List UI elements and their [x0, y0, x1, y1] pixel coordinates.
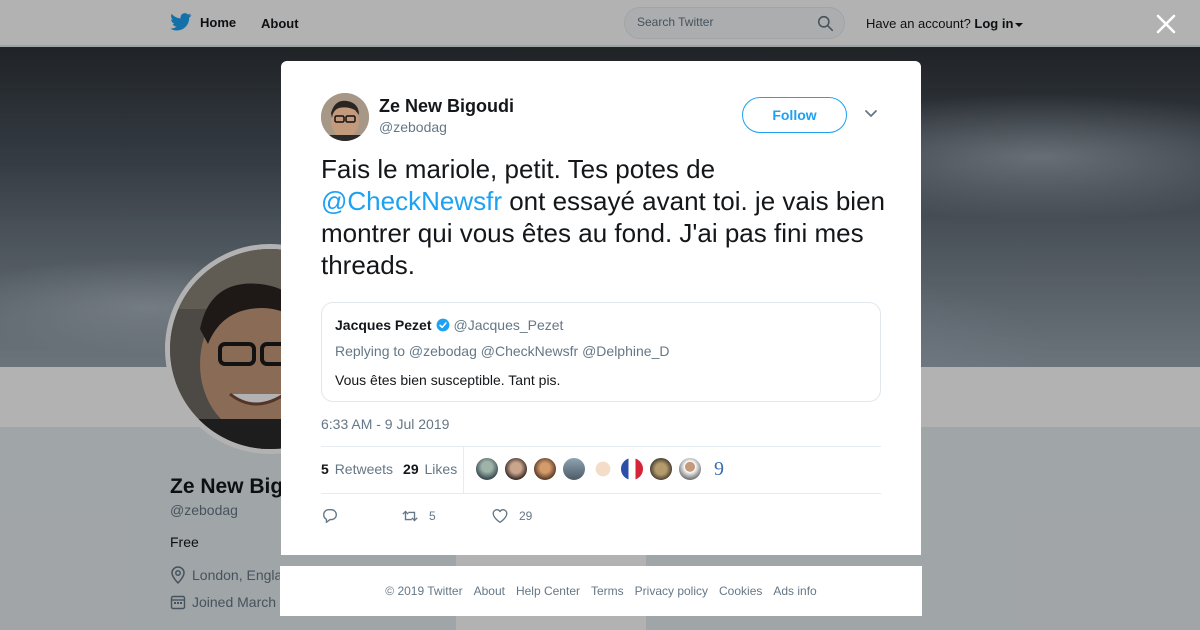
- footer-link-ads-info[interactable]: Ads info: [773, 584, 816, 598]
- modal-footer: © 2019 Twitter About Help Center Terms P…: [280, 566, 922, 616]
- tweet-text-part1: Fais le mariole, petit. Tes potes de: [321, 154, 716, 184]
- tweet-text: Fais le mariole, petit. Tes potes de @Ch…: [321, 153, 891, 281]
- close-icon[interactable]: [1155, 13, 1177, 35]
- footer-link-cookies[interactable]: Cookies: [719, 584, 762, 598]
- verified-badge-icon: [436, 318, 449, 332]
- tweet-actions: 5 29: [321, 507, 532, 525]
- tweet-timestamp[interactable]: 6:33 AM - 9 Jul 2019: [321, 416, 449, 432]
- liker-avatar[interactable]: [591, 457, 615, 481]
- quoted-reply-to: Replying to @zebodag @CheckNewsfr @Delph…: [335, 343, 670, 359]
- tweet-author-avatar[interactable]: [321, 93, 369, 141]
- footer-link-privacy[interactable]: Privacy policy: [635, 584, 708, 598]
- retweet-count: 5: [321, 461, 329, 477]
- liker-avatar[interactable]: [562, 457, 586, 481]
- like-button[interactable]: 29: [491, 507, 532, 525]
- follow-button[interactable]: Follow: [742, 97, 847, 133]
- liker-avatar[interactable]: [649, 457, 673, 481]
- tweet-mention-link[interactable]: @CheckNewsfr: [321, 186, 502, 216]
- liker-avatars: 9: [475, 457, 731, 481]
- liker-avatar[interactable]: [678, 457, 702, 481]
- footer-link-terms[interactable]: Terms: [591, 584, 624, 598]
- retweet-icon: [402, 510, 418, 522]
- like-stat[interactable]: 29 Likes: [403, 461, 457, 477]
- retweet-stat[interactable]: 5 Retweets: [321, 461, 393, 477]
- like-count: 29: [403, 461, 419, 477]
- quoted-author-name: Jacques Pezet: [335, 317, 432, 333]
- tweet-stats: 5 Retweets 29 Likes: [321, 461, 457, 477]
- quoted-author-handle: @Jacques_Pezet: [453, 317, 564, 333]
- reply-button[interactable]: [321, 507, 401, 525]
- retweet-button[interactable]: 5: [401, 507, 491, 525]
- quoted-tweet[interactable]: Jacques Pezet @Jacques_Pezet Replying to…: [321, 302, 881, 402]
- like-stat-label: Likes: [424, 461, 458, 477]
- liker-avatar[interactable]: [504, 457, 528, 481]
- tweet-modal: Ze New Bigoudi @zebodag Follow Fais le m…: [281, 61, 921, 555]
- liker-avatar[interactable]: [475, 457, 499, 481]
- footer-copyright: © 2019 Twitter: [385, 584, 463, 598]
- liker-avatar[interactable]: 9: [707, 457, 731, 481]
- divider: [321, 493, 881, 494]
- quoted-tweet-header: Jacques Pezet @Jacques_Pezet: [335, 317, 563, 333]
- tweet-author-handle[interactable]: @zebodag: [379, 119, 447, 135]
- chevron-down-icon[interactable]: [864, 109, 878, 119]
- liker-avatar[interactable]: [533, 457, 557, 481]
- nine-glyph-icon: 9: [714, 458, 724, 480]
- retweet-action-count: 5: [429, 509, 436, 523]
- footer-link-about[interactable]: About: [474, 584, 505, 598]
- heart-icon: [492, 509, 508, 523]
- tweet-author-name[interactable]: Ze New Bigoudi: [379, 96, 514, 117]
- reply-icon: [323, 509, 337, 523]
- divider: [321, 446, 881, 447]
- retweet-stat-label: Retweets: [334, 461, 394, 477]
- like-action-count: 29: [519, 509, 533, 523]
- quoted-tweet-text: Vous êtes bien susceptible. Tant pis.: [335, 372, 561, 388]
- stats-separator: [463, 447, 464, 493]
- footer-link-help-center[interactable]: Help Center: [516, 584, 580, 598]
- liker-avatar[interactable]: [620, 457, 644, 481]
